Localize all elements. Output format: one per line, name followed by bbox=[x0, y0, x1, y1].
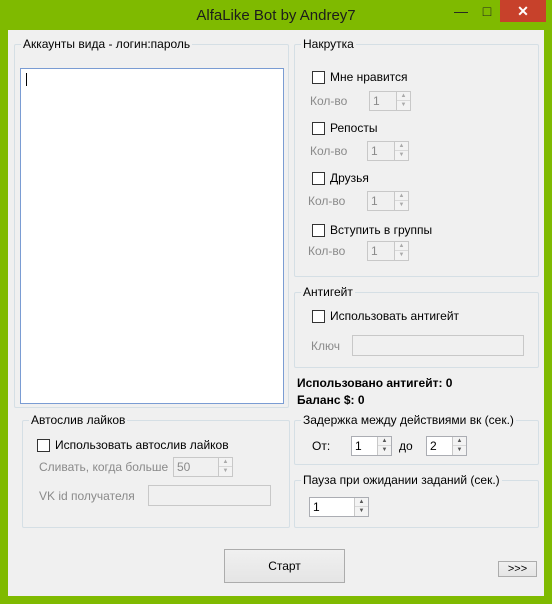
antigate-checkbox[interactable]: Использовать антигейт bbox=[312, 309, 459, 323]
text-caret bbox=[26, 73, 27, 86]
close-button[interactable]: ✕ bbox=[500, 0, 546, 22]
spin-down-icon[interactable]: ▼ bbox=[395, 201, 408, 210]
nakrutka-group: Накрутка Мне нравится Кол-во 1 ▲ ▼ Репост… bbox=[294, 37, 539, 277]
app-window: AlfaLike Bot by Andrey7 — □ ✕ Аккаунты в… bbox=[0, 0, 552, 604]
antigate-group-title: Антигейт bbox=[301, 285, 355, 299]
spin-up-icon[interactable]: ▲ bbox=[395, 242, 408, 251]
expand-button[interactable]: >>> bbox=[498, 561, 537, 577]
start-button[interactable]: Старт bbox=[224, 549, 345, 583]
accounts-group: Аккаунты вида - логин:пароль bbox=[14, 37, 289, 408]
checkbox-box[interactable] bbox=[312, 309, 325, 323]
reposts-label: Репосты bbox=[330, 121, 378, 135]
spin-down-icon[interactable]: ▼ bbox=[397, 101, 410, 110]
spin-down-icon[interactable]: ▼ bbox=[219, 467, 232, 476]
likes-label: Мне нравится bbox=[330, 70, 408, 84]
reposts-count-value: 1 bbox=[371, 144, 378, 158]
spin-up-icon[interactable]: ▲ bbox=[219, 458, 232, 467]
spin-down-icon[interactable]: ▼ bbox=[395, 151, 408, 160]
title-bar[interactable]: AlfaLike Bot by Andrey7 — □ ✕ bbox=[0, 0, 552, 30]
spin-up-icon[interactable]: ▲ bbox=[453, 437, 466, 446]
checkbox-box[interactable] bbox=[37, 438, 50, 452]
antigate-key-label: Ключ bbox=[311, 339, 340, 353]
pause-stepper[interactable]: 1 ▲ ▼ bbox=[309, 497, 369, 517]
spin-down-icon[interactable]: ▼ bbox=[355, 507, 368, 516]
spin-up-icon[interactable]: ▲ bbox=[397, 92, 410, 101]
antigate-used-text: Использовано антигейт: 0 bbox=[297, 376, 453, 390]
friends-count-label: Кол-во bbox=[308, 194, 346, 208]
autosliv-group-title: Автослив лайков bbox=[29, 413, 128, 427]
antigate-checkbox-label: Использовать антигейт bbox=[330, 309, 460, 323]
accounts-group-title: Аккаунты вида - логин:пароль bbox=[21, 37, 193, 51]
join-groups-count-label: Кол-во bbox=[308, 244, 346, 258]
checkbox-box[interactable] bbox=[312, 121, 325, 135]
delay-to-stepper[interactable]: 2 ▲ ▼ bbox=[426, 436, 467, 456]
join-groups-checkbox[interactable]: Вступить в группы bbox=[312, 223, 432, 237]
reposts-count-stepper[interactable]: 1 ▲ ▼ bbox=[367, 141, 409, 161]
checkbox-box[interactable] bbox=[312, 171, 325, 185]
spin-up-icon[interactable]: ▲ bbox=[355, 498, 368, 507]
likes-count-value: 1 bbox=[373, 94, 380, 108]
delay-group: Задержка между действиями вк (сек.) От: … bbox=[294, 413, 539, 465]
balance-text: Баланс $: 0 bbox=[297, 393, 365, 407]
recipient-input[interactable] bbox=[148, 485, 271, 506]
autosliv-checkbox-label: Использовать автослив лайков bbox=[55, 438, 229, 452]
antigate-key-input[interactable] bbox=[352, 335, 524, 356]
maximize-button[interactable]: □ bbox=[475, 0, 499, 22]
join-groups-count-value: 1 bbox=[371, 244, 378, 258]
likes-count-stepper[interactable]: 1 ▲ ▼ bbox=[369, 91, 411, 111]
accounts-textarea[interactable] bbox=[20, 68, 284, 404]
delay-group-title: Задержка между действиями вк (сек.) bbox=[301, 413, 516, 427]
spin-down-icon[interactable]: ▼ bbox=[453, 446, 466, 455]
minimize-button[interactable]: — bbox=[449, 0, 473, 22]
friends-count-value: 1 bbox=[371, 194, 378, 208]
reposts-checkbox[interactable]: Репосты bbox=[312, 121, 377, 135]
pause-value: 1 bbox=[313, 500, 320, 514]
checkbox-box[interactable] bbox=[312, 223, 325, 237]
likes-checkbox[interactable]: Мне нравится bbox=[312, 70, 408, 84]
delay-from-label: От: bbox=[312, 439, 331, 453]
autosliv-group: Автослив лайков Использовать автослив ла… bbox=[22, 413, 290, 528]
delay-to-value: 2 bbox=[430, 439, 437, 453]
friends-checkbox[interactable]: Друзья bbox=[312, 171, 369, 185]
checkbox-box[interactable] bbox=[312, 70, 325, 84]
delay-from-value: 1 bbox=[355, 439, 362, 453]
nakrutka-group-title: Накрутка bbox=[301, 37, 356, 51]
threshold-stepper[interactable]: 50 ▲ ▼ bbox=[173, 457, 233, 477]
spin-down-icon[interactable]: ▼ bbox=[395, 251, 408, 260]
friends-count-stepper[interactable]: 1 ▲ ▼ bbox=[367, 191, 409, 211]
friends-label: Друзья bbox=[330, 171, 369, 185]
autosliv-checkbox[interactable]: Использовать автослив лайков bbox=[37, 438, 229, 452]
spin-up-icon[interactable]: ▲ bbox=[395, 142, 408, 151]
client-area: Аккаунты вида - логин:пароль Накрутка Мн… bbox=[8, 30, 544, 596]
recipient-label: VK id получателя bbox=[39, 489, 135, 503]
pause-group: Пауза при ожидании заданий (сек.) 1 ▲ ▼ bbox=[294, 473, 539, 528]
antigate-group: Антигейт Использовать антигейт Ключ bbox=[294, 285, 539, 368]
join-groups-count-stepper[interactable]: 1 ▲ ▼ bbox=[367, 241, 409, 261]
reposts-count-label: Кол-во bbox=[310, 144, 348, 158]
threshold-value: 50 bbox=[177, 460, 191, 474]
pause-group-title: Пауза при ожидании заданий (сек.) bbox=[301, 473, 502, 487]
spin-down-icon[interactable]: ▼ bbox=[378, 446, 391, 455]
join-groups-label: Вступить в группы bbox=[330, 223, 433, 237]
delay-to-label: до bbox=[399, 439, 413, 453]
likes-count-label: Кол-во bbox=[310, 94, 348, 108]
spin-up-icon[interactable]: ▲ bbox=[395, 192, 408, 201]
delay-from-stepper[interactable]: 1 ▲ ▼ bbox=[351, 436, 392, 456]
threshold-label: Сливать, когда больше bbox=[39, 460, 169, 474]
spin-up-icon[interactable]: ▲ bbox=[378, 437, 391, 446]
